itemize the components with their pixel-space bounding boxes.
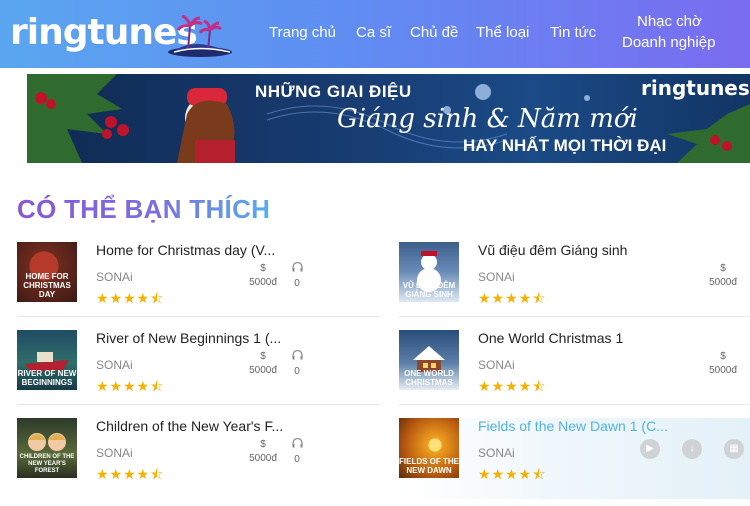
song-artist[interactable]: SONAi	[478, 446, 515, 460]
thumbnail-caption: FIELDS OF THE NEW DAWN	[399, 457, 459, 475]
thumbnail-caption: ONE WORLD CHRISTMAS	[404, 369, 454, 387]
banner-line2: Giáng sinh & Năm mới	[337, 104, 638, 134]
listen-count: 0	[287, 437, 307, 467]
half-star-icon: ⯪	[150, 290, 165, 306]
nav-business-line2[interactable]: Doanh nghiệp	[622, 34, 715, 51]
divider	[399, 404, 750, 405]
rating-stars: ★★★★⯪	[478, 290, 547, 306]
half-star-icon: ⯪	[532, 290, 547, 306]
half-star-icon: ⯪	[150, 378, 165, 394]
thumbnail-caption: VŨ ĐIỆU ĐÊM GIÁNG SINH	[402, 281, 456, 299]
thumbnail-caption: CHILDREN OF THE NEW YEAR'S FOREST	[19, 454, 75, 474]
half-star-icon: ⯪	[150, 466, 165, 482]
song-item[interactable]: CHILDREN OF THE NEW YEAR'S FOREST Childr…	[17, 418, 379, 506]
song-title[interactable]: River of New Beginnings 1 (...	[96, 330, 296, 346]
play-icon[interactable]: ▶	[640, 439, 660, 459]
price-symbol: $	[260, 351, 266, 362]
children-thumbnail: CHILDREN OF THE NEW YEAR'S FOREST	[17, 418, 77, 478]
half-star-icon: ⯪	[532, 378, 547, 394]
house-thumbnail: ONE WORLD CHRISTMAS	[399, 330, 459, 390]
song-artist[interactable]: SONAi	[96, 270, 133, 284]
divider	[399, 316, 750, 317]
rating-stars: ★★★★⯪	[96, 378, 165, 394]
price-value: 5000đ	[249, 365, 277, 376]
price-value: 5000đ	[249, 453, 277, 464]
site-header: ringtunes Trang chủ Ca sĩ Chủ đề Thể loạ…	[0, 0, 750, 68]
song-title[interactable]: Vũ điệu đêm Giáng sinh	[478, 242, 678, 258]
thumbnail-caption: HOME FOR CHRISTMAS DAY	[23, 272, 71, 299]
banner-logo: ringtunes	[641, 76, 750, 100]
song-artist[interactable]: SONAi	[96, 446, 133, 460]
song-artist[interactable]: SONAi	[478, 270, 515, 284]
promo-banner[interactable]: NHỮNG GIAI ĐIỆU Giáng sinh & Năm mới HAY…	[27, 74, 750, 163]
gift-icon[interactable]: ▦	[724, 439, 744, 459]
price-symbol: $	[260, 439, 266, 450]
rating-stars: ★★★★⯪	[96, 290, 165, 306]
headphones-icon	[291, 261, 303, 272]
price: $ 5000đ	[243, 438, 283, 466]
headphones-icon	[291, 349, 303, 360]
thumbnail-caption: RIVER OF NEW BEGINNINGS	[17, 369, 77, 387]
song-title[interactable]: Fields of the New Dawn 1 (C...	[478, 418, 678, 434]
nav-artists[interactable]: Ca sĩ	[356, 24, 391, 41]
banner-line3: HAY NHẤT MỌI THỜI ĐẠI	[463, 136, 667, 155]
banner-line1: NHỮNG GIAI ĐIỆU	[255, 82, 412, 101]
listen-count-value: 0	[294, 366, 300, 377]
rating-stars: ★★★★⯪	[478, 466, 547, 482]
site-logo[interactable]: ringtunes	[6, 8, 232, 60]
listen-count-value: 0	[294, 278, 300, 289]
rating-stars: ★★★★⯪	[478, 378, 547, 394]
ornament-thumbnail: HOME FOR CHRISTMAS DAY	[17, 242, 77, 302]
price: $ 5000đ	[703, 350, 743, 378]
song-title[interactable]: Home for Christmas day (V...	[96, 242, 296, 258]
divider	[17, 316, 379, 317]
price: $ 5000đ	[703, 262, 743, 290]
song-artist[interactable]: SONAi	[478, 358, 515, 372]
fields-thumbnail: FIELDS OF THE NEW DAWN	[399, 418, 459, 478]
half-star-icon: ⯪	[532, 466, 547, 482]
nav-news[interactable]: Tin tức	[550, 24, 596, 41]
nav-topics[interactable]: Chủ đề	[410, 24, 458, 41]
price-value: 5000đ	[249, 277, 277, 288]
price: $ 5000đ	[243, 350, 283, 378]
price-value: 5000đ	[709, 365, 737, 376]
price-symbol: $	[720, 263, 726, 274]
price-value: 5000đ	[709, 277, 737, 288]
listen-count-value: 0	[294, 454, 300, 465]
price-symbol: $	[720, 351, 726, 362]
listen-count: 0	[287, 261, 307, 291]
song-artist[interactable]: SONAi	[96, 358, 133, 372]
headphones-icon	[291, 437, 303, 448]
boat-thumbnail: RIVER OF NEW BEGINNINGS	[17, 330, 77, 390]
price: $ 5000đ	[243, 262, 283, 290]
song-item[interactable]: FIELDS OF THE NEW DAWN Fields of the New…	[399, 418, 750, 499]
palm-island-icon	[168, 14, 232, 57]
song-title[interactable]: Children of the New Year's F...	[96, 418, 296, 434]
section-title: CÓ THỂ BẠN THÍCH	[17, 194, 271, 224]
song-title[interactable]: One World Christmas 1	[478, 330, 678, 346]
price-symbol: $	[260, 263, 266, 274]
nav-home[interactable]: Trang chủ	[269, 24, 336, 41]
download-icon[interactable]: ↓	[682, 439, 702, 459]
nav-genres[interactable]: Thể loại	[476, 24, 529, 41]
nav-business-line1[interactable]: Nhạc chờ	[637, 13, 702, 30]
listen-count: 0	[287, 349, 307, 379]
divider	[17, 404, 379, 405]
snowman-thumbnail: VŨ ĐIỆU ĐÊM GIÁNG SINH	[399, 242, 459, 302]
rating-stars: ★★★★⯪	[96, 466, 165, 482]
